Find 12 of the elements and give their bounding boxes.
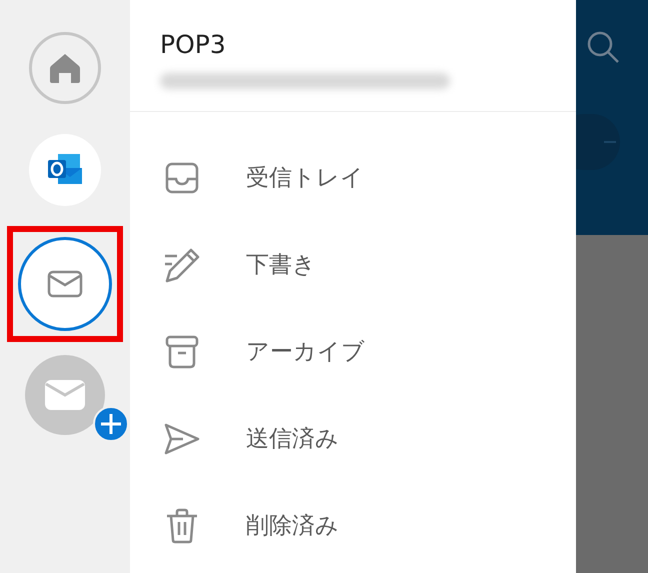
folder-item[interactable]: 受信トレイ bbox=[130, 134, 576, 221]
folder-item[interactable]: 送信済み bbox=[130, 395, 576, 482]
folder-item[interactable]: アーカイブ bbox=[130, 308, 576, 395]
mail-icon bbox=[47, 270, 83, 298]
account-name: POP3 bbox=[160, 30, 227, 59]
folder-item[interactable]: 下書き bbox=[130, 221, 576, 308]
send-icon bbox=[162, 422, 202, 456]
search-icon[interactable] bbox=[586, 30, 620, 64]
pencil-icon bbox=[162, 246, 202, 282]
folder-item[interactable]: 削除済み bbox=[130, 482, 576, 569]
mail-icon bbox=[45, 380, 85, 410]
home-icon bbox=[48, 51, 82, 85]
